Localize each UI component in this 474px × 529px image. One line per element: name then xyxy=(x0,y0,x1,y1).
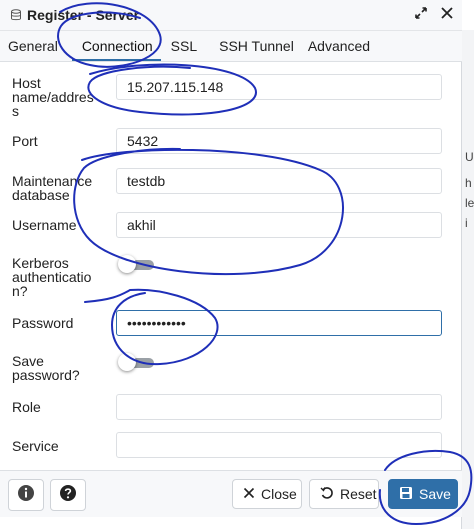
background-text-4: i xyxy=(465,216,468,230)
dialog-footer: Close Reset Save xyxy=(0,470,462,517)
register-server-dialog: U h le i Register - Server General Conne… xyxy=(0,0,474,529)
tab-connection[interactable]: Connection xyxy=(66,31,167,61)
kerberos-toggle[interactable] xyxy=(118,255,156,273)
role-label: Role xyxy=(12,399,41,415)
close-button[interactable]: Close xyxy=(232,479,302,509)
background-text-3: le xyxy=(465,196,474,210)
tab-advanced[interactable]: Advanced xyxy=(302,31,378,61)
save-icon xyxy=(399,486,413,503)
password-input[interactable]: •••••••••••• xyxy=(116,310,442,336)
reset-button[interactable]: Reset xyxy=(309,479,379,509)
background-text-1: U xyxy=(465,150,474,164)
reset-button-label: Reset xyxy=(340,486,377,502)
background-panel: U h le i xyxy=(461,30,474,529)
tab-ssh-tunnel[interactable]: SSH Tunnel xyxy=(205,31,302,61)
port-input[interactable]: 5432 xyxy=(116,128,442,154)
maintenance-db-label: Maintenance database xyxy=(12,173,93,203)
save-button-label: Save xyxy=(419,486,451,502)
service-label: Service xyxy=(12,438,59,454)
tab-general[interactable]: General xyxy=(0,31,66,61)
save-button[interactable]: Save xyxy=(388,479,458,509)
connection-form: Host name/addres s 15.207.115.148 Port 5… xyxy=(0,62,462,470)
help-button[interactable] xyxy=(50,479,86,511)
maximize-icon[interactable] xyxy=(414,6,428,25)
role-input[interactable] xyxy=(116,394,442,420)
maintenance-db-input[interactable]: testdb xyxy=(116,168,442,194)
host-input[interactable]: 15.207.115.148 xyxy=(116,74,442,100)
save-password-label: Save password? xyxy=(12,353,80,383)
info-button[interactable] xyxy=(8,479,44,511)
username-label: Username xyxy=(12,217,77,233)
close-x-icon xyxy=(243,486,255,502)
service-input[interactable] xyxy=(116,432,442,458)
tab-ssl[interactable]: SSL xyxy=(167,31,205,61)
port-label: Port xyxy=(12,133,38,149)
close-button-label: Close xyxy=(261,486,297,502)
database-icon xyxy=(10,9,22,21)
info-icon xyxy=(17,484,35,507)
reset-icon xyxy=(320,486,334,503)
username-input[interactable]: akhil xyxy=(116,212,442,238)
tab-bar: General Connection SSL SSH Tunnel Advanc… xyxy=(0,31,462,62)
dialog-title: Register - Server xyxy=(27,7,140,23)
password-label: Password xyxy=(12,315,74,331)
dialog-titlebar: Register - Server xyxy=(0,0,462,31)
close-icon[interactable] xyxy=(440,6,454,25)
save-password-toggle[interactable] xyxy=(118,353,156,371)
host-label: Host name/addres s xyxy=(12,75,94,119)
help-icon xyxy=(59,484,77,507)
kerberos-label: Kerberos authenticatio n? xyxy=(12,255,92,299)
background-text-2: h xyxy=(465,176,472,190)
